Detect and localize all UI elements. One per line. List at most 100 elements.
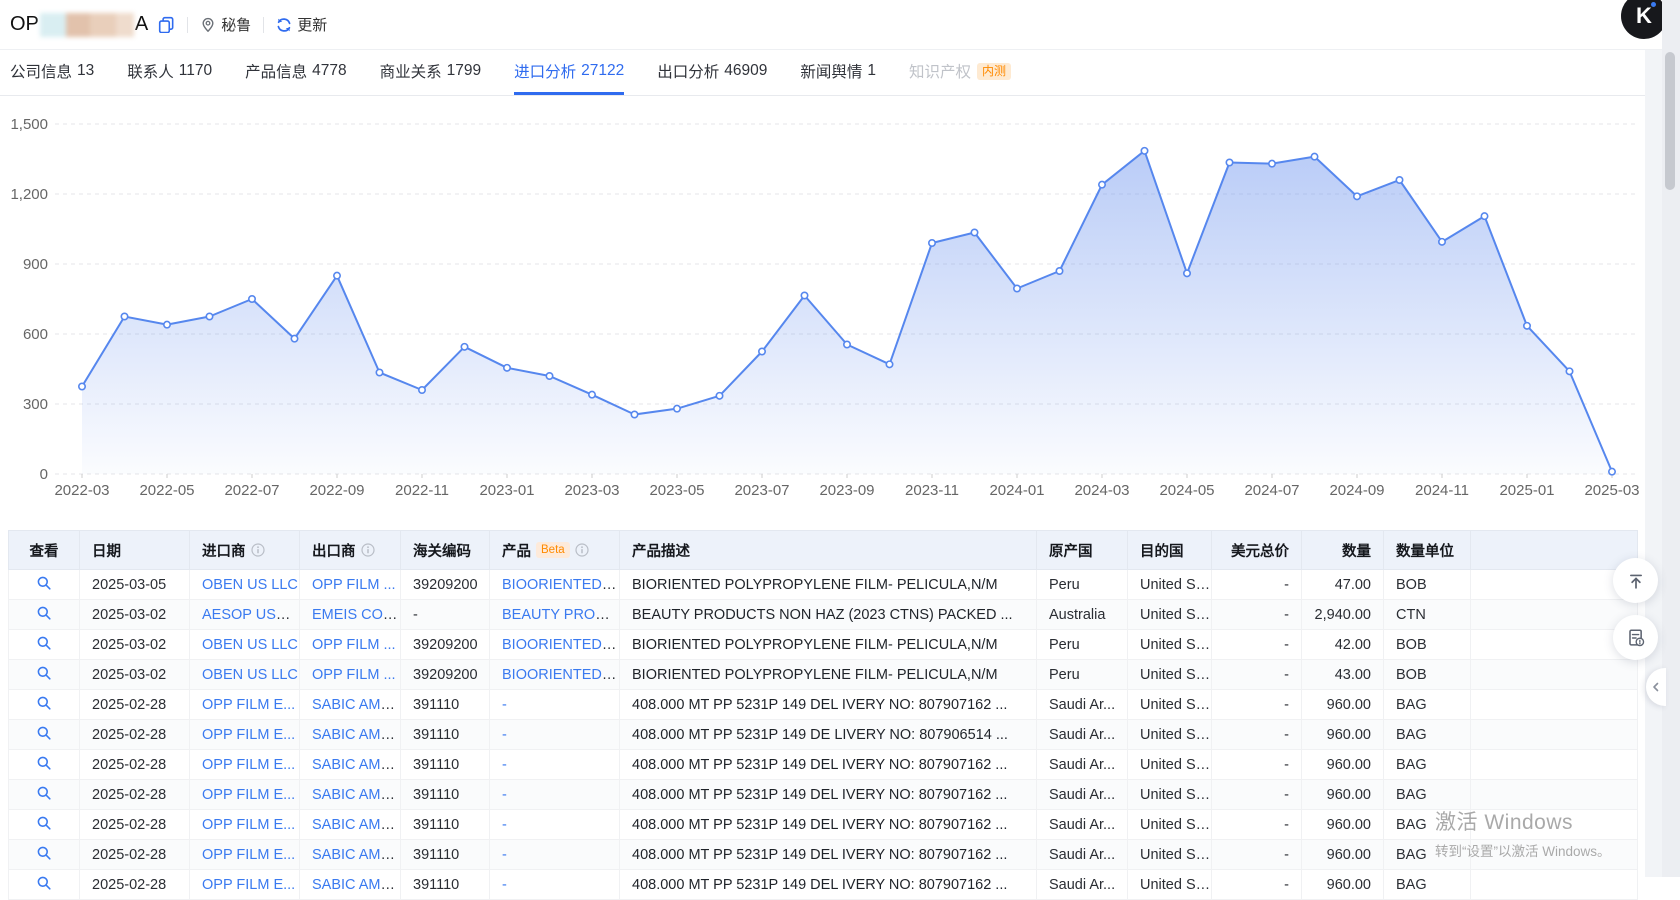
data-point-2023-12[interactable] <box>971 229 977 235</box>
exporter-link[interactable]: SABIC AME... <box>312 697 401 713</box>
app-logo[interactable]: K <box>1621 0 1667 39</box>
data-point-2023-08[interactable] <box>801 292 807 298</box>
view-detail-button[interactable] <box>36 755 52 771</box>
importer-link[interactable]: OBEN US LLC <box>202 667 298 683</box>
data-point-2023-10[interactable] <box>886 361 892 367</box>
view-detail-button[interactable] <box>36 815 52 831</box>
back-to-top-button[interactable] <box>1613 558 1658 603</box>
product-link[interactable]: - <box>502 787 507 803</box>
importer-link[interactable]: OPP FILM E... <box>202 787 295 803</box>
column-header-destination: 目的国 <box>1128 531 1212 570</box>
data-point-2022-05[interactable] <box>164 321 170 327</box>
data-point-2023-07[interactable] <box>759 348 765 354</box>
product-link[interactable]: - <box>502 697 507 713</box>
info-icon[interactable] <box>575 543 589 557</box>
product-link[interactable]: BIOORIENTED POLYPR... <box>502 577 620 593</box>
data-point-2024-08[interactable] <box>1311 153 1317 159</box>
view-detail-button[interactable] <box>36 845 52 861</box>
info-icon[interactable] <box>251 543 265 557</box>
data-point-2024-10[interactable] <box>1396 177 1402 183</box>
data-point-2023-05[interactable] <box>674 405 680 411</box>
exporter-link[interactable]: EMEIS COS... <box>312 607 401 623</box>
data-point-2023-04[interactable] <box>631 411 637 417</box>
tab-7[interactable]: 知识产权内测 <box>909 50 1011 95</box>
importer-link[interactable]: OPP FILM E... <box>202 817 295 833</box>
data-point-2023-03[interactable] <box>589 391 595 397</box>
importer-link[interactable]: OPP FILM E... <box>202 697 295 713</box>
data-point-2024-07[interactable] <box>1269 160 1275 166</box>
exporter-link[interactable]: SABIC AME... <box>312 877 401 893</box>
copy-icon[interactable] <box>158 16 175 33</box>
tab-6[interactable]: 新闻舆情1 <box>800 50 876 95</box>
data-point-2024-11[interactable] <box>1439 239 1445 245</box>
product-link[interactable]: BIOORIENTED POLYPR... <box>502 637 620 653</box>
data-point-2024-03[interactable] <box>1099 181 1105 187</box>
exporter-link[interactable]: OPP FILM ... <box>312 577 396 593</box>
tab-4[interactable]: 进口分析27122 <box>514 50 624 95</box>
data-point-2022-12[interactable] <box>461 344 467 350</box>
data-point-2022-11[interactable] <box>419 387 425 393</box>
location-button[interactable]: 秘鲁 <box>200 14 251 35</box>
product-link[interactable]: - <box>502 757 507 773</box>
data-point-2023-09[interactable] <box>844 341 850 347</box>
info-icon[interactable] <box>361 543 375 557</box>
data-point-2025-03[interactable] <box>1609 468 1615 474</box>
importer-link[interactable]: OPP FILM E... <box>202 727 295 743</box>
data-point-2023-02[interactable] <box>546 373 552 379</box>
product-link[interactable]: BEAUTY PRODUCT <box>502 607 620 623</box>
exporter-link[interactable]: SABIC AME... <box>312 817 401 833</box>
importer-link[interactable]: AESOP USA ... <box>202 607 300 623</box>
data-point-2024-01[interactable] <box>1014 285 1020 291</box>
exporter-link[interactable]: SABIC AME... <box>312 757 401 773</box>
data-point-2025-02[interactable] <box>1566 368 1572 374</box>
importer-link[interactable]: OPP FILM E... <box>202 757 295 773</box>
view-detail-button[interactable] <box>36 575 52 591</box>
tab-0[interactable]: 公司信息13 <box>10 50 94 95</box>
view-detail-button[interactable] <box>36 605 52 621</box>
data-point-2023-01[interactable] <box>504 365 510 371</box>
data-point-2025-01[interactable] <box>1524 323 1530 329</box>
data-point-2024-09[interactable] <box>1354 193 1360 199</box>
data-point-2024-05[interactable] <box>1184 270 1190 276</box>
exporter-link[interactable]: OPP FILM ... <box>312 637 396 653</box>
data-point-2022-10[interactable] <box>376 369 382 375</box>
product-link[interactable]: - <box>502 877 507 893</box>
data-point-2023-06[interactable] <box>716 393 722 399</box>
data-point-2022-03[interactable] <box>79 383 85 389</box>
data-point-2024-04[interactable] <box>1141 148 1147 154</box>
view-detail-button[interactable] <box>36 695 52 711</box>
importer-link[interactable]: OPP FILM E... <box>202 847 295 863</box>
view-detail-button[interactable] <box>36 635 52 651</box>
exporter-link[interactable]: SABIC AME... <box>312 787 401 803</box>
x-axis-tick-label: 2022-09 <box>309 482 364 499</box>
data-point-2023-11[interactable] <box>929 240 935 246</box>
data-point-2024-02[interactable] <box>1056 268 1062 274</box>
tab-3[interactable]: 商业关系1799 <box>380 50 482 95</box>
update-button[interactable]: 更新 <box>276 14 327 35</box>
product-link[interactable]: - <box>502 847 507 863</box>
data-point-2022-06[interactable] <box>206 313 212 319</box>
view-detail-button[interactable] <box>36 785 52 801</box>
data-point-2024-06[interactable] <box>1226 159 1232 165</box>
product-link[interactable]: BIOORIENTED POLYPR... <box>502 667 620 683</box>
data-point-2022-08[interactable] <box>291 335 297 341</box>
data-point-2022-09[interactable] <box>334 272 340 278</box>
product-link[interactable]: - <box>502 817 507 833</box>
view-detail-button[interactable] <box>36 665 52 681</box>
exporter-link[interactable]: SABIC AME... <box>312 847 401 863</box>
tab-1[interactable]: 联系人1170 <box>127 50 212 95</box>
data-point-2024-12[interactable] <box>1481 213 1487 219</box>
product-link[interactable]: - <box>502 727 507 743</box>
tab-5[interactable]: 出口分析46909 <box>657 50 767 95</box>
data-point-2022-07[interactable] <box>249 296 255 302</box>
importer-link[interactable]: OPP FILM E... <box>202 877 295 893</box>
exporter-link[interactable]: OPP FILM ... <box>312 667 396 683</box>
data-point-2022-04[interactable] <box>121 313 127 319</box>
report-button[interactable] <box>1613 615 1658 660</box>
tab-2[interactable]: 产品信息4778 <box>245 50 347 95</box>
importer-link[interactable]: OBEN US LLC <box>202 577 298 593</box>
exporter-link[interactable]: SABIC AME... <box>312 727 401 743</box>
view-detail-button[interactable] <box>36 725 52 741</box>
scrollbar-thumb[interactable] <box>1665 52 1675 190</box>
importer-link[interactable]: OBEN US LLC <box>202 637 298 653</box>
